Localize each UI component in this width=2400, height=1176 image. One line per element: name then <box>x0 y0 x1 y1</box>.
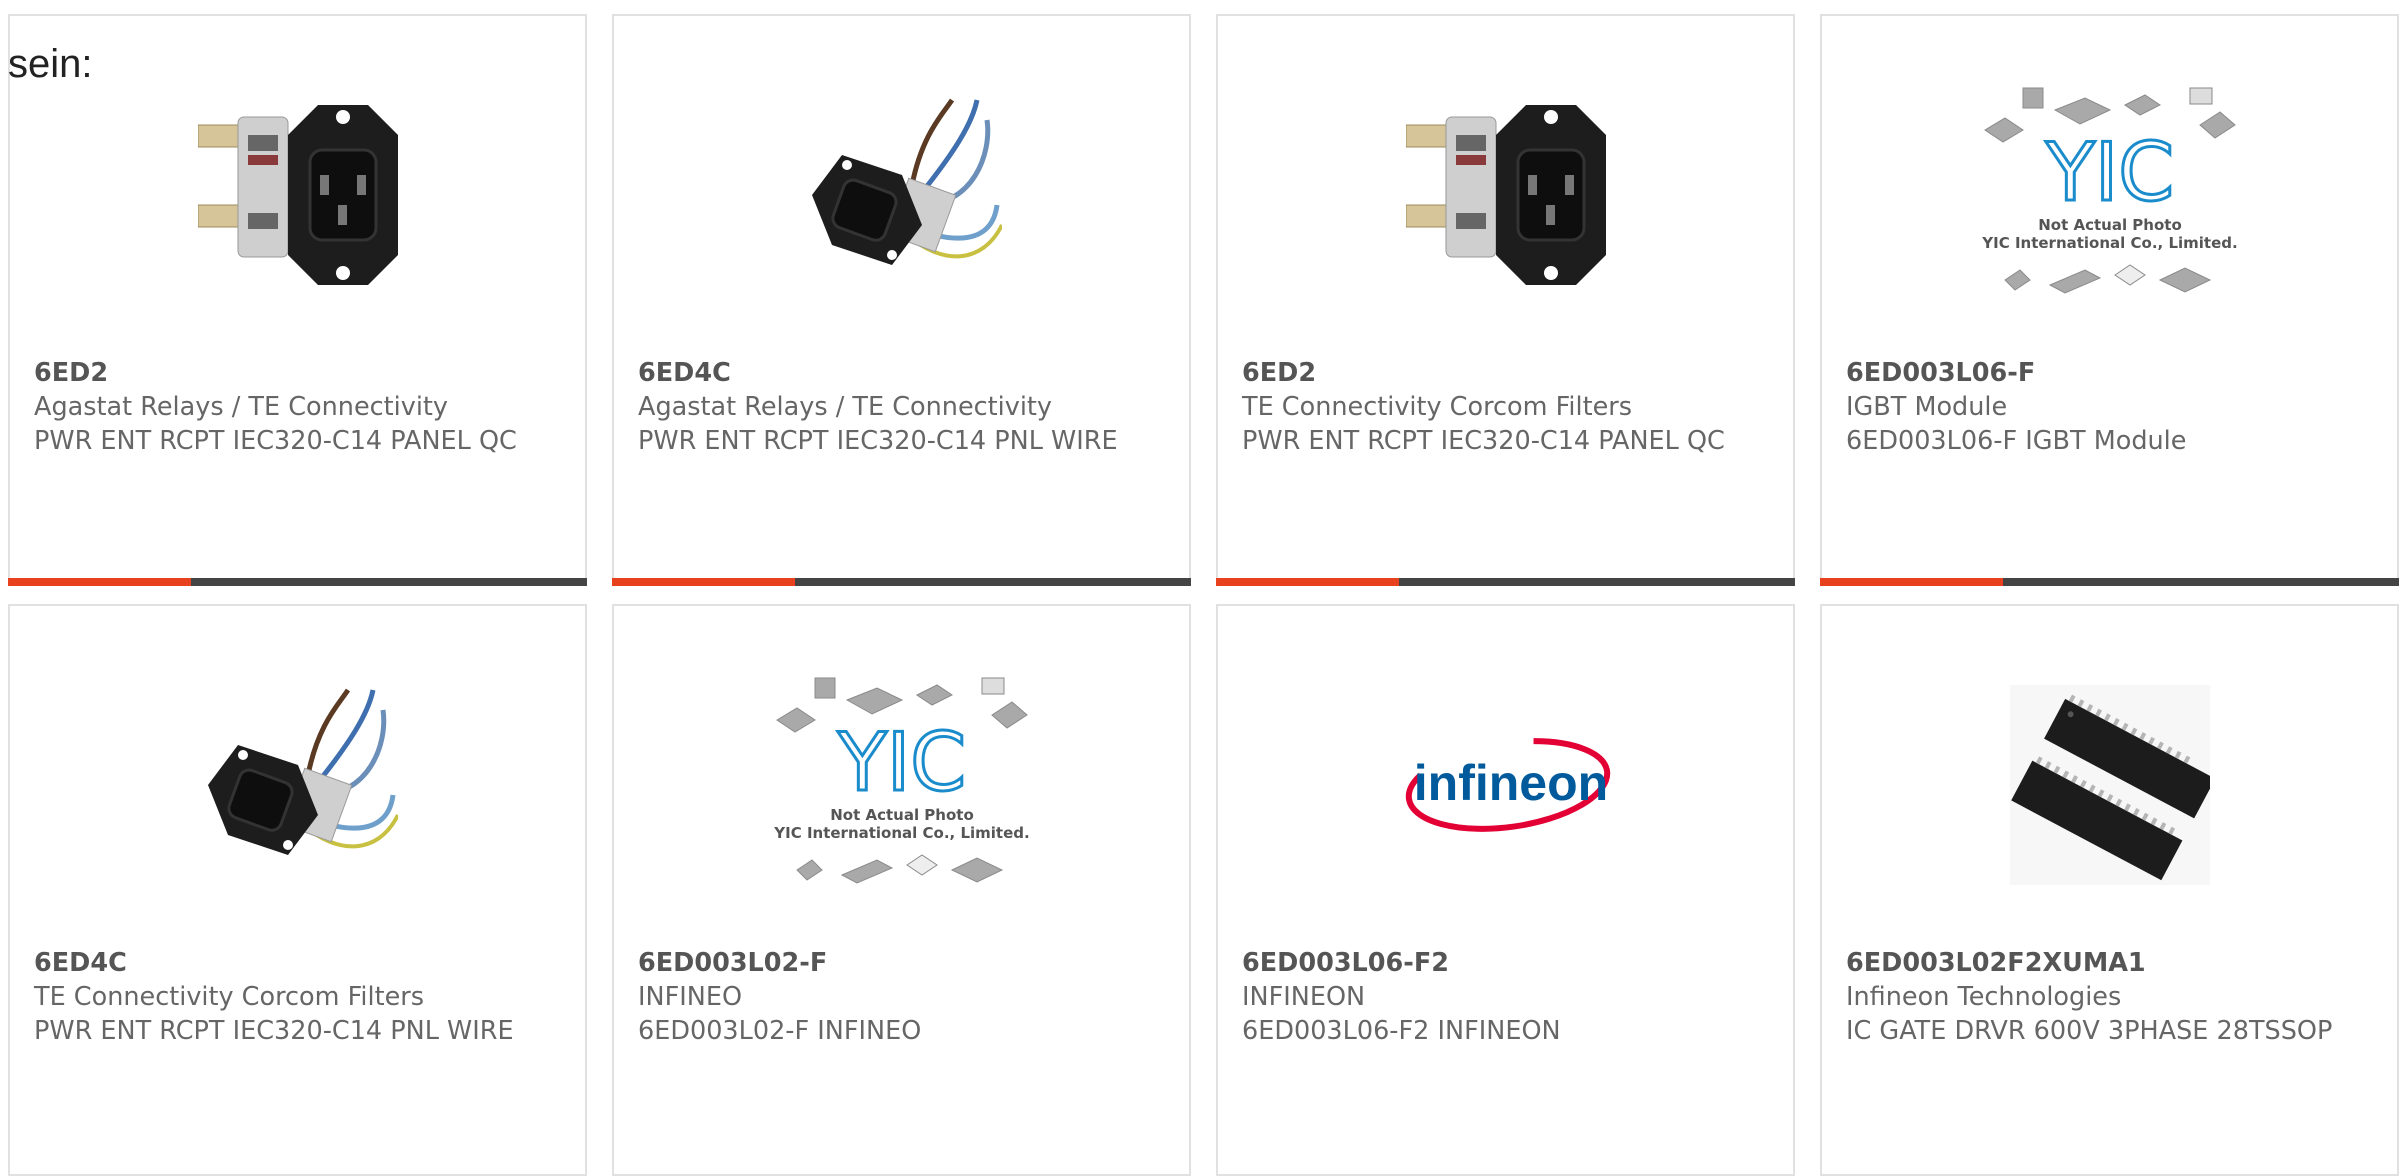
product-card[interactable]: YIC Not Actual Photo YIC International C… <box>612 604 1191 1176</box>
part-number[interactable]: 6ED2 <box>34 356 565 390</box>
brand: Infineon Technologies <box>1846 982 2122 1012</box>
yic-logo: YIC <box>836 716 965 809</box>
page-heading: sein: <box>8 42 93 86</box>
description: PWR ENT RCPT IEC320-C14 PNL WIRE <box>638 426 1118 456</box>
product-card[interactable]: 6ED003L02F2XUMA1 Infineon Technologies I… <box>1820 604 2399 1176</box>
card-hover-bar <box>1820 578 2399 586</box>
description: PWR ENT RCPT IEC320-C14 PNL WIRE <box>34 1016 514 1046</box>
part-number[interactable]: 6ED003L02-F <box>638 946 1169 980</box>
card-hover-bar <box>8 578 587 586</box>
product-card[interactable]: YIC Not Actual Photo YIC International C… <box>1820 14 2399 586</box>
description: 6ED003L02-F INFINEO <box>638 1016 922 1046</box>
not-actual-photo-text: Not Actual Photo <box>2038 216 2182 234</box>
description: PWR ENT RCPT IEC320-C14 PANEL QC <box>1242 426 1725 456</box>
product-image-tssop-chip[interactable] <box>1975 670 2245 900</box>
product-image-infineon-logo[interactable]: infineon <box>1371 670 1641 900</box>
brand: TE Connectivity Corcom Filters <box>34 982 425 1012</box>
not-actual-photo-text: Not Actual Photo <box>830 806 974 824</box>
product-image-iec-inlet[interactable] <box>163 80 433 310</box>
product-card[interactable]: infineon 6ED003L06-F2 INFINEON 6ED003L06… <box>1216 604 1795 1176</box>
card-hover-bar <box>612 578 1191 586</box>
product-image-yic-placeholder[interactable]: YIC Not Actual Photo YIC International C… <box>767 670 1037 900</box>
brand: INFINEO <box>638 982 743 1012</box>
brand: IGBT Module <box>1846 392 2008 422</box>
brand: Agastat Relays / TE Connectivity <box>34 392 449 422</box>
product-card[interactable]: 6ED2 TE Connectivity Corcom Filters PWR … <box>1216 14 1795 586</box>
part-number[interactable]: 6ED003L06-F2 <box>1242 946 1773 980</box>
product-image-yic-placeholder[interactable]: YIC Not Actual Photo YIC International C… <box>1975 80 2245 310</box>
description: PWR ENT RCPT IEC320-C14 PANEL QC <box>34 426 517 456</box>
yic-company-text: YIC International Co., Limited. <box>773 824 1029 842</box>
part-number[interactable]: 6ED003L02F2XUMA1 <box>1846 946 2377 980</box>
product-card[interactable]: 6ED4C Agastat Relays / TE Connectivity P… <box>612 14 1191 586</box>
product-card[interactable]: 6ED4C TE Connectivity Corcom Filters PWR… <box>8 604 587 1176</box>
product-image-iec-inlet-wire[interactable] <box>163 670 433 900</box>
infineon-logo-text: infineon <box>1413 755 1607 811</box>
product-grid: 6ED2 Agastat Relays / TE Connectivity PW… <box>8 14 2399 1176</box>
product-image-iec-inlet[interactable] <box>1371 80 1641 310</box>
card-hover-bar <box>1216 578 1795 586</box>
description: IC GATE DRVR 600V 3PHASE 28TSSOP <box>1846 1016 2333 1046</box>
yic-logo: YIC <box>2044 126 2173 219</box>
brand: INFINEON <box>1242 982 1366 1012</box>
part-number[interactable]: 6ED003L06-F <box>1846 356 2377 390</box>
part-number[interactable]: 6ED2 <box>1242 356 1773 390</box>
part-number[interactable]: 6ED4C <box>34 946 565 980</box>
yic-company-text: YIC International Co., Limited. <box>1981 234 2237 252</box>
product-image-iec-inlet-wire[interactable] <box>767 80 1037 310</box>
description: 6ED003L06-F IGBT Module <box>1846 426 2187 456</box>
description: 6ED003L06-F2 INFINEON <box>1242 1016 1561 1046</box>
brand: TE Connectivity Corcom Filters <box>1242 392 1633 422</box>
product-card[interactable]: 6ED2 Agastat Relays / TE Connectivity PW… <box>8 14 587 586</box>
part-number[interactable]: 6ED4C <box>638 356 1169 390</box>
brand: Agastat Relays / TE Connectivity <box>638 392 1053 422</box>
